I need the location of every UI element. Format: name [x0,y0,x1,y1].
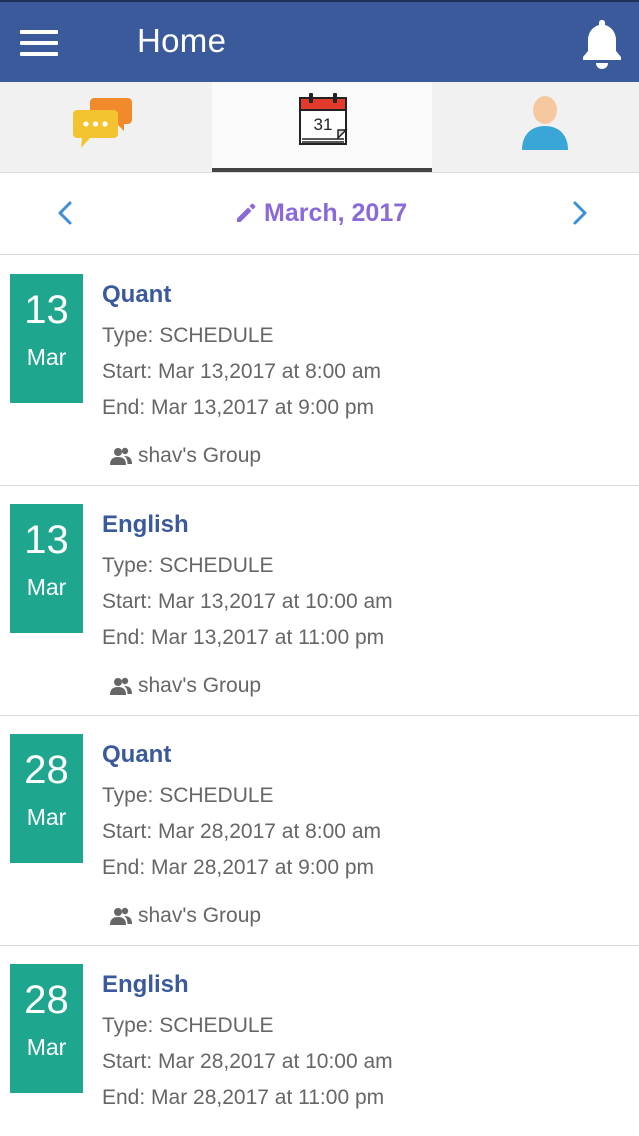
date-badge: 28 Mar [10,964,83,1093]
page-title: Home [137,22,227,59]
event-month: Mar [26,574,67,600]
event-list: 13 Mar Quant Type: SCHEDULE Start: Mar 1… [0,256,639,1136]
event-item[interactable]: 13 Mar Quant Type: SCHEDULE Start: Mar 1… [0,256,639,486]
event-item[interactable]: 13 Mar English Type: SCHEDULE Start: Mar… [0,486,639,716]
event-day: 13 [24,288,69,332]
event-end: End: Mar 28,2017 at 9:00 pm [102,856,375,879]
event-type: Type: SCHEDULE [102,324,274,347]
month-label-text: March, 2017 [264,198,408,227]
event-day: 28 [24,978,69,1022]
app-bar: Home [0,0,639,82]
event-end: End: Mar 13,2017 at 11:00 pm [102,626,385,649]
group-icon [110,447,132,465]
event-month: Mar [26,1034,67,1060]
event-type: Type: SCHEDULE [102,554,274,577]
event-start: Start: Mar 13,2017 at 10:00 am [102,590,393,613]
active-tab-indicator [212,168,432,172]
month-navigator: March, 2017 [0,173,639,255]
date-badge: 13 Mar [10,274,83,403]
event-start: Start: Mar 28,2017 at 8:00 am [102,820,381,843]
tab-bar: 31 [0,82,639,173]
event-start: Start: Mar 13,2017 at 8:00 am [102,360,381,383]
event-item[interactable]: 28 Mar Quant Type: SCHEDULE Start: Mar 2… [0,716,639,946]
event-title: Quant [102,741,172,768]
event-day: 28 [24,748,69,792]
event-day: 13 [24,518,69,562]
tab-messages[interactable] [0,82,212,172]
tab-calendar[interactable]: 31 [212,82,432,172]
hamburger-menu-icon[interactable] [20,30,58,56]
pencil-icon [237,203,256,222]
user-icon [522,96,568,150]
next-month-chevron-icon[interactable] [561,195,597,231]
calendar-icon-day: 31 [314,115,333,134]
previous-month-chevron-icon[interactable] [48,195,84,231]
date-badge: 13 Mar [10,504,83,633]
calendar-icon: 31 [299,93,348,145]
event-month: Mar [26,344,67,370]
group-icon [110,907,132,925]
event-title: English [102,971,189,998]
event-item[interactable]: 28 Mar English Type: SCHEDULE Start: Mar… [0,946,639,1136]
event-month: Mar [26,804,67,830]
group-icon [110,677,132,695]
event-type: Type: SCHEDULE [102,1014,274,1037]
event-type: Type: SCHEDULE [102,784,274,807]
event-title: English [102,511,189,538]
month-label[interactable]: March, 2017 [234,197,407,229]
event-group: shav's Group [138,674,262,697]
date-badge: 28 Mar [10,734,83,863]
event-end: End: Mar 28,2017 at 11:00 pm [102,1086,385,1109]
event-group: shav's Group [138,444,262,467]
notification-bell-icon[interactable] [578,17,626,71]
tab-profile[interactable] [432,82,639,172]
chat-bubbles-icon [73,98,132,148]
event-title: Quant [102,281,172,308]
event-end: End: Mar 13,2017 at 9:00 pm [102,396,375,419]
event-group: shav's Group [138,904,262,927]
event-start: Start: Mar 28,2017 at 10:00 am [102,1050,393,1073]
